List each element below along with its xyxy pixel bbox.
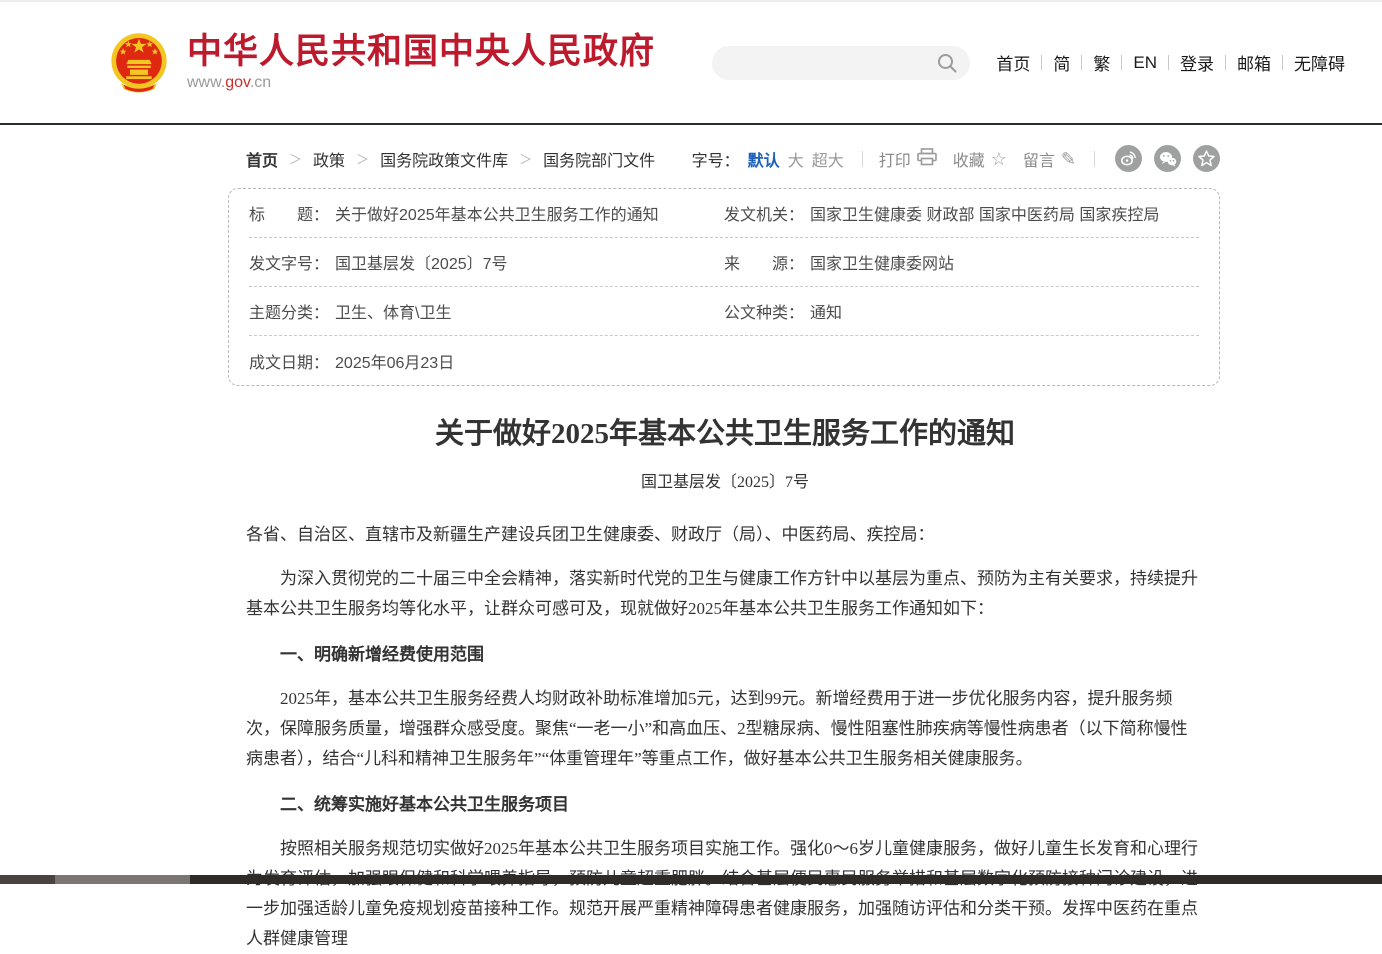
font-size-xlarge-button[interactable]: 超大 [812,147,844,171]
breadcrumb-toolbar-row: 首页 ＞ 政策 ＞ 国务院政策文件库 ＞ 国务院部门文件 字号： 默认 大 超大… [228,145,1220,172]
nav-divider [1168,55,1169,70]
nav-divider [1225,55,1226,70]
nav-divider [1121,55,1122,70]
article-section-heading-1: 一、明确新增经费使用范围 [246,640,1204,670]
meta-doc-type: 公文种类： 通知 [724,299,1199,323]
article-section-heading-2: 二、统筹实施好基本公共卫生服务项目 [246,790,1204,820]
nav-simplified[interactable]: 简 [1053,50,1070,75]
scrollbar-track-segment [0,875,55,884]
share-buttons [1115,145,1220,172]
weibo-share-icon[interactable] [1115,145,1142,172]
meta-value: 国家卫生健康委网站 [810,250,954,274]
meta-value: 国家卫生健康委 财政部 国家中医药局 国家疾控局 [810,201,1159,225]
meta-doc-number: 发文字号： 国卫基层发〔2025〕7号 [249,250,724,274]
nav-traditional[interactable]: 繁 [1093,50,1110,75]
article-paragraph: 按照相关服务规范切实做好2025年基本公共卫生服务项目实施工作。强化0～6岁儿童… [246,834,1204,954]
meta-subject-category: 主题分类： 卫生、体育\卫生 [249,299,724,323]
font-size-large-button[interactable]: 大 [788,147,804,171]
search-icon[interactable] [936,52,958,79]
toolbar-divider [1094,151,1095,167]
meta-row: 标 题： 关于做好2025年基本公共卫生服务工作的通知 发文机关： 国家卫生健康… [249,189,1199,238]
meta-label: 发文字号： [249,250,329,274]
national-emblem-icon [105,29,173,97]
meta-value: 关于做好2025年基本公共卫生服务工作的通知 [335,201,659,225]
article-title: 关于做好2025年基本公共卫生服务工作的通知 [246,416,1204,454]
article-paragraph: 为深入贯彻党的二十届三中全会精神，落实新时代党的卫生与健康工作方针中以基层为重点… [246,564,1204,624]
printer-icon [917,148,937,169]
nav-english[interactable]: EN [1133,53,1157,73]
meta-label: 标 题： [249,201,329,225]
meta-title: 标 题： 关于做好2025年基本公共卫生服务工作的通知 [249,201,724,225]
wechat-share-icon[interactable] [1154,145,1181,172]
article: 关于做好2025年基本公共卫生服务工作的通知 国卫基层发〔2025〕7号 各省、… [246,416,1204,954]
meta-row: 主题分类： 卫生、体育\卫生 公文种类： 通知 [249,287,1199,336]
document-toolbar: 字号： 默认 大 超大 打印 收藏 ☆ 留言 ✎ [692,145,1220,172]
meta-row: 成文日期： 2025年06月23日 [249,336,1199,385]
meta-value: 卫生、体育\卫生 [335,299,451,323]
horizontal-scrollbar[interactable] [0,875,1382,884]
nav-home[interactable]: 首页 [996,50,1030,75]
site-url: www.gov.cn [187,74,655,92]
site-url-suffix: .cn [250,74,271,91]
chevron-right-icon: ＞ [356,149,369,168]
meta-issuing-agency: 发文机关： 国家卫生健康委 财政部 国家中医药局 国家疾控局 [724,201,1199,225]
article-paragraph: 2025年，基本公共卫生服务经费人均财政补助标准增加5元，达到99元。新增经费用… [246,684,1204,774]
meta-label: 主题分类： [249,299,329,323]
favorite-button[interactable]: 收藏 ☆ [953,147,1007,171]
meta-label: 来 源： [724,250,804,274]
nav-divider [1282,55,1283,70]
nav-divider [1081,55,1082,70]
article-doc-number: 国卫基层发〔2025〕7号 [246,468,1204,492]
comment-label: 留言 [1023,147,1055,171]
document-meta-table: 标 题： 关于做好2025年基本公共卫生服务工作的通知 发文机关： 国家卫生健康… [228,188,1220,386]
meta-label: 发文机关： [724,201,804,225]
breadcrumb-policy-library[interactable]: 国务院政策文件库 [380,147,508,171]
meta-source: 来 源： 国家卫生健康委网站 [724,250,1199,274]
nav-divider [1041,55,1042,70]
meta-value: 通知 [810,299,842,323]
font-size-default-button[interactable]: 默认 [748,147,780,171]
print-label: 打印 [879,147,911,171]
header-right: 首页 简 繁 EN 登录 邮箱 无障碍 [712,46,1345,80]
site-brand[interactable]: 中华人民共和国中央人民政府 www.gov.cn [105,29,655,97]
favorite-label: 收藏 [953,147,985,171]
meta-label: 公文种类： [724,299,804,323]
meta-date: 成文日期： 2025年06月23日 [249,349,724,373]
print-button[interactable]: 打印 [879,147,937,171]
chevron-right-icon: ＞ [289,149,302,168]
breadcrumb: 首页 ＞ 政策 ＞ 国务院政策文件库 ＞ 国务院部门文件 [228,147,655,171]
font-size-label: 字号： [692,147,740,171]
toolbar-divider [862,151,863,167]
qzone-share-icon[interactable] [1193,145,1220,172]
breadcrumb-home[interactable]: 首页 [246,147,278,171]
meta-value: 2025年06月23日 [335,349,454,373]
meta-row: 发文字号： 国卫基层发〔2025〕7号 来 源： 国家卫生健康委网站 [249,238,1199,287]
star-icon: ☆ [991,150,1007,168]
brand-text: 中华人民共和国中央人民政府 www.gov.cn [187,33,655,93]
site-url-core: gov [225,74,250,91]
search-input[interactable] [728,46,928,80]
chevron-right-icon: ＞ [519,149,532,168]
meta-value: 国卫基层发〔2025〕7号 [335,250,508,274]
meta-label: 成文日期： [249,349,329,373]
site-header: 中华人民共和国中央人民政府 www.gov.cn 首页 简 繁 EN 登录 [0,0,1382,125]
nav-mailbox[interactable]: 邮箱 [1237,50,1271,75]
search-box[interactable] [712,46,970,80]
site-title: 中华人民共和国中央人民政府 [187,33,655,72]
top-nav: 首页 简 繁 EN 登录 邮箱 无障碍 [996,50,1345,75]
site-url-prefix: www. [187,74,225,91]
nav-accessibility[interactable]: 无障碍 [1294,50,1345,75]
scrollbar-thumb[interactable] [55,875,190,884]
comment-button[interactable]: 留言 ✎ [1023,147,1076,171]
pencil-icon: ✎ [1061,150,1076,168]
article-salutation: 各省、自治区、直辖市及新疆生产建设兵团卫生健康委、财政厅（局）、中医药局、疾控局… [246,520,1204,550]
nav-login[interactable]: 登录 [1180,50,1214,75]
breadcrumb-policy[interactable]: 政策 [313,147,345,171]
breadcrumb-department-docs[interactable]: 国务院部门文件 [543,147,655,171]
